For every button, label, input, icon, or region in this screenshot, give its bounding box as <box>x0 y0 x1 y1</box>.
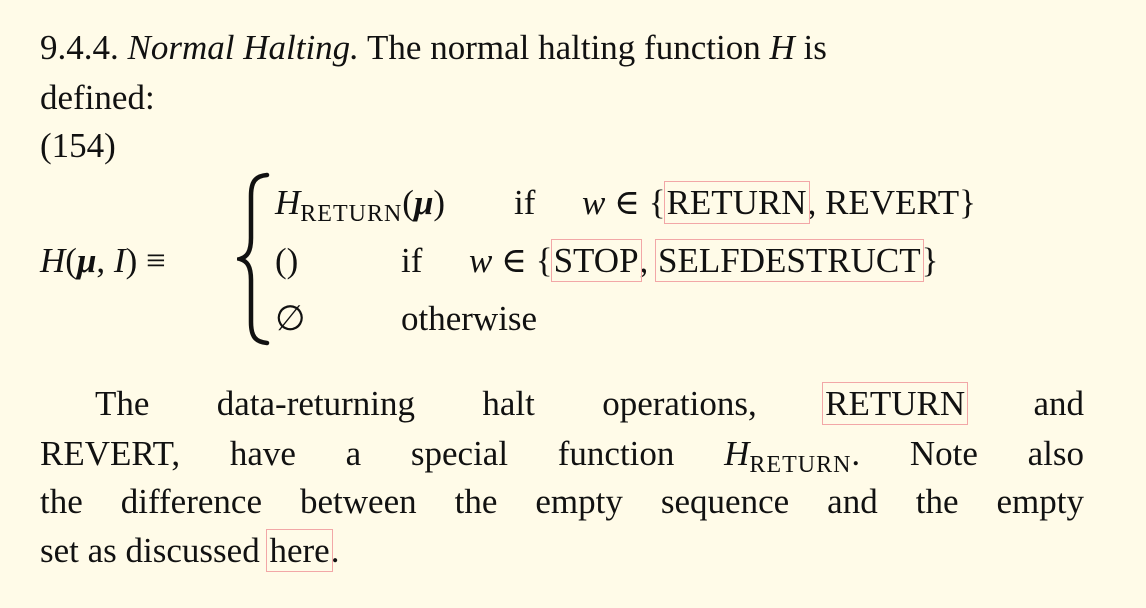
section-number: 9.4.4. <box>40 28 119 67</box>
lhs-I: I <box>113 241 126 280</box>
case-1-sep: , <box>807 183 826 222</box>
case-2-condition: w ∈ {STOP, SELFDESTRUCT} <box>469 239 939 282</box>
case-1-mu: μ <box>413 183 434 222</box>
case-1-close-brace: } <box>959 183 976 222</box>
para-l1-b: and <box>1033 384 1085 423</box>
para-l2-H: H <box>724 434 750 473</box>
lhs-open-paren: ( <box>65 241 77 280</box>
here-link[interactable]: here <box>266 529 333 572</box>
lhs-function: H <box>40 241 66 280</box>
section-heading: 9.4.4. Normal Halting. The normal haltin… <box>40 30 827 65</box>
heading-symbol: H <box>769 28 795 67</box>
case-1-in: ∈ { <box>614 183 666 222</box>
intro-continuation: defined: <box>40 78 155 117</box>
case-3-otherwise: otherwise <box>401 299 538 338</box>
para-l2-a: REVERT, have a special function <box>40 434 675 473</box>
case-1-value: HRETURN(μ) <box>275 183 446 226</box>
equation-number: (154) <box>40 126 116 165</box>
case-1-condition: w ∈ {RETURN, REVERT} <box>582 181 976 224</box>
case-1-w: w <box>582 183 606 222</box>
return-link[interactable]: RETURN <box>822 382 969 425</box>
case-2-value: () <box>275 241 299 280</box>
para-l4-a: set as discussed <box>40 531 260 570</box>
paragraph-line-3: the difference between the empty sequenc… <box>40 482 1084 521</box>
equiv-symbol: ≡ <box>145 241 166 280</box>
case-2-if: if <box>401 241 423 280</box>
case-1-return-link[interactable]: RETURN <box>663 181 810 224</box>
left-brace <box>237 172 270 346</box>
case-2-stop-link[interactable]: STOP <box>550 239 642 282</box>
case-1-revert: REVERT <box>825 183 960 222</box>
paragraph-line-2: REVERT, have a special function HRETURN.… <box>40 434 1085 477</box>
case-2-in: ∈ { <box>501 241 553 280</box>
para-l2-subscript: RETURN <box>749 452 852 478</box>
lhs-mu: μ <box>76 241 97 280</box>
case-1-if: if <box>514 183 536 222</box>
para-l4-b: . <box>330 531 340 570</box>
case-2-close-brace: } <box>921 241 939 280</box>
heading-text: The normal halting function <box>367 28 761 67</box>
case-2-sep: , <box>639 241 658 280</box>
section-title: Normal Halting. <box>127 28 359 67</box>
lhs-close-paren: ) <box>125 241 138 280</box>
equation-lhs: H(μ, I) ≡ <box>40 243 166 278</box>
case-1-open: ( <box>402 183 414 222</box>
case-1-subscript: RETURN <box>300 201 403 227</box>
para-l2-hreturn: HRETURN. Note also <box>724 434 1085 477</box>
case-1-H: H <box>275 183 301 222</box>
case-1-close: ) <box>433 183 446 222</box>
para-l1-a: The data-returning halt operations, <box>95 384 757 423</box>
case-2-w: w <box>469 241 493 280</box>
case-2-selfdestruct-link[interactable]: SELFDESTRUCT <box>655 239 924 282</box>
heading-tail: is <box>803 28 827 67</box>
paragraph-line-1: The data-returning halt operations, RETU… <box>40 382 1085 425</box>
para-l2-b: . Note also <box>851 434 1085 473</box>
paragraph-line-4: set as discussed here. <box>40 529 340 572</box>
case-3-value: ∅ <box>275 299 306 338</box>
lhs-separator: , <box>96 241 114 280</box>
